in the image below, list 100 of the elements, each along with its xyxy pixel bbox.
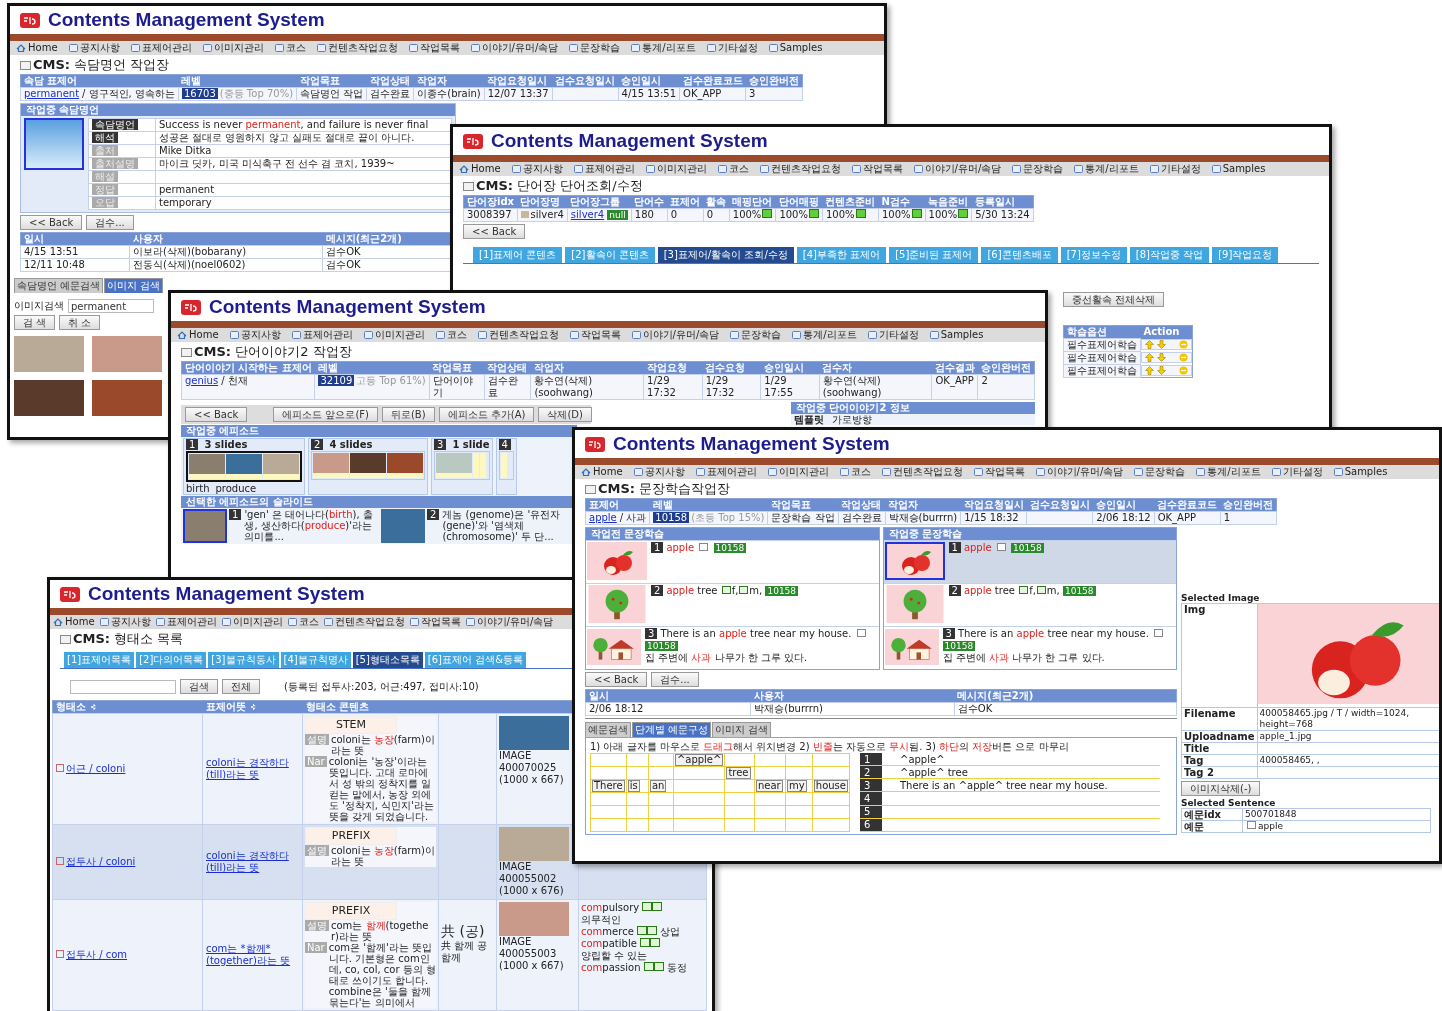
word-tile[interactable]: near: [755, 780, 783, 792]
nav-link[interactable]: 이미지관리: [767, 466, 829, 478]
sentence-item[interactable]: 2 apple tree f, m, 10158: [586, 583, 879, 626]
sort-icon[interactable]: [250, 703, 256, 711]
nav-link[interactable]: 작업목록: [409, 616, 461, 628]
nav-link[interactable]: Samples: [929, 329, 984, 341]
nav-link[interactable]: 표제어관리: [155, 616, 217, 628]
tab[interactable]: 속담명언 예문검색: [14, 278, 104, 293]
action-button[interactable]: 검 색: [14, 315, 56, 330]
nav-link[interactable]: 공지사항: [229, 329, 281, 341]
action-button[interactable]: 검수...: [651, 672, 699, 687]
word-tile[interactable]: is: [627, 780, 640, 792]
nav-link[interactable]: Samples: [1333, 466, 1388, 478]
nav-link[interactable]: 이야기/유머/속담: [913, 163, 1002, 175]
nav-link[interactable]: 문장학습: [569, 42, 621, 54]
sound-icon[interactable]: [653, 962, 664, 971]
nav-link[interactable]: 컨텐츠작업요청: [323, 616, 405, 628]
tab[interactable]: [5]형태소목록: [352, 652, 423, 668]
nav-link[interactable]: Home: [177, 329, 219, 341]
sentence-item[interactable]: 1 apple 10158: [883, 540, 1176, 583]
nav-link[interactable]: 공지사항: [68, 42, 120, 54]
morpheme-link[interactable]: 접두사 / com: [66, 949, 128, 960]
nav-link[interactable]: Home: [581, 466, 623, 478]
delete-image-button[interactable]: 이미지삭제(-): [1181, 781, 1261, 796]
nav-link[interactable]: 공지사항: [99, 616, 151, 628]
action-button[interactable]: 전체: [222, 679, 260, 694]
sentence-item[interactable]: 3 There is an apple tree near my house. 10158 집 주변에 사과 나무가 한 그루 있다.: [883, 626, 1176, 669]
sort-icon[interactable]: [91, 703, 96, 711]
nav-link[interactable]: 기타설정: [867, 329, 919, 341]
nav-link[interactable]: 이야기/유머/속담: [1035, 466, 1124, 478]
episode-card[interactable]: 1 3 slides birth produce: [183, 438, 305, 495]
nav-link[interactable]: 문장학습: [1012, 163, 1064, 175]
tab[interactable]: 이미지 검색: [104, 278, 164, 293]
nav-link[interactable]: Samples: [1211, 163, 1266, 175]
action-button[interactable]: 검수...: [86, 215, 134, 230]
nav-link[interactable]: 통계/리포트: [792, 329, 857, 341]
tab[interactable]: 예문검색: [585, 722, 631, 737]
nav-link[interactable]: 통계/리포트: [1196, 466, 1261, 478]
action-button[interactable]: << Back: [585, 672, 648, 687]
tab[interactable]: 이미지 검색: [712, 722, 772, 737]
nav-link[interactable]: 코스: [274, 42, 306, 54]
back-button[interactable]: << Back: [463, 224, 526, 239]
nav-link[interactable]: 공지사항: [511, 163, 563, 175]
nav-link[interactable]: 문장학습: [730, 329, 782, 341]
nav-link[interactable]: 이야기/유머/속담: [465, 616, 554, 628]
episode-card[interactable]: 3 1 slide: [431, 438, 493, 495]
sentence-item[interactable]: 2 apple tree f, m, 10158: [883, 583, 1176, 626]
meaning-link[interactable]: com는 *함께*(together)라는 뜻: [206, 943, 299, 967]
nav-link[interactable]: 컨텐츠작업요청: [759, 163, 841, 175]
nav-link[interactable]: Home: [16, 42, 58, 54]
morpheme-link[interactable]: 어근 / coloni: [66, 763, 126, 774]
action-button[interactable]: 검색: [180, 679, 218, 694]
toolbar-button[interactable]: 뒤로(B): [381, 407, 435, 422]
search-field[interactable]: permanent: [68, 299, 154, 313]
delete-all-button[interactable]: 중선활속 전체삭제: [1063, 292, 1165, 307]
nav-link[interactable]: 표제어관리: [573, 163, 635, 175]
word-link[interactable]: genius: [185, 375, 219, 386]
word-tile[interactable]: an: [649, 780, 667, 792]
nav-link[interactable]: 코스: [435, 329, 467, 341]
action-button[interactable]: << Back: [20, 215, 83, 230]
nav-link[interactable]: 코스: [839, 466, 871, 478]
nav-link[interactable]: 통계/리포트: [631, 42, 696, 54]
tab[interactable]: 단계별 예문구성: [632, 722, 712, 737]
nav-link[interactable]: 컨텐츠작업요청: [881, 466, 963, 478]
episode-card[interactable]: 4: [495, 438, 517, 495]
word-link[interactable]: apple: [589, 512, 617, 523]
word-tile[interactable]: house: [813, 780, 848, 792]
meaning-link[interactable]: coloni는 경작하다(till)라는 뜻: [206, 757, 299, 781]
toolbar-button[interactable]: 에피소드 추가(A): [438, 407, 535, 422]
nav-link[interactable]: 이야기/유머/속담: [470, 42, 559, 54]
word-tile[interactable]: my: [786, 780, 807, 792]
group-link[interactable]: silver4: [570, 209, 605, 220]
toolbar-button[interactable]: 에피소드 앞으로(F): [273, 407, 378, 422]
nav-link[interactable]: 문장학습: [1134, 466, 1186, 478]
nav-link[interactable]: 작업목록: [973, 466, 1025, 478]
word-tile[interactable]: There: [592, 780, 625, 792]
nav-link[interactable]: 표제어관리: [695, 466, 757, 478]
nav-link[interactable]: 통계/리포트: [1074, 163, 1139, 175]
nav-link[interactable]: 이미지관리: [202, 42, 264, 54]
nav-link[interactable]: 작업목록: [408, 42, 460, 54]
nav-link[interactable]: 작업목록: [569, 329, 621, 341]
nav-link[interactable]: 작업목록: [851, 163, 903, 175]
nav-link[interactable]: Samples: [768, 42, 823, 54]
sound-icon[interactable]: [643, 962, 654, 971]
nav-link[interactable]: 컨텐츠작업요청: [316, 42, 398, 54]
nav-link[interactable]: 공지사항: [633, 466, 685, 478]
nav-link[interactable]: 기타설정: [1149, 163, 1201, 175]
action-button[interactable]: 취 소: [59, 315, 101, 330]
nav-link[interactable]: 코스: [287, 616, 319, 628]
toolbar-button[interactable]: 삭제(D): [538, 407, 592, 422]
nav-link[interactable]: 이미지관리: [221, 616, 283, 628]
search-field[interactable]: [70, 679, 176, 694]
word-tile[interactable]: ^apple^: [674, 754, 724, 766]
sound-icon[interactable]: [652, 902, 663, 911]
word-tile[interactable]: tree: [726, 767, 751, 779]
nav-link[interactable]: Home: [53, 616, 95, 628]
tab[interactable]: [3]표제어/활속이 조회/수정: [657, 247, 794, 263]
nav-link[interactable]: 이미지관리: [645, 163, 707, 175]
nav-link[interactable]: 이야기/유머/속담: [631, 329, 720, 341]
nav-link[interactable]: 이미지관리: [363, 329, 425, 341]
